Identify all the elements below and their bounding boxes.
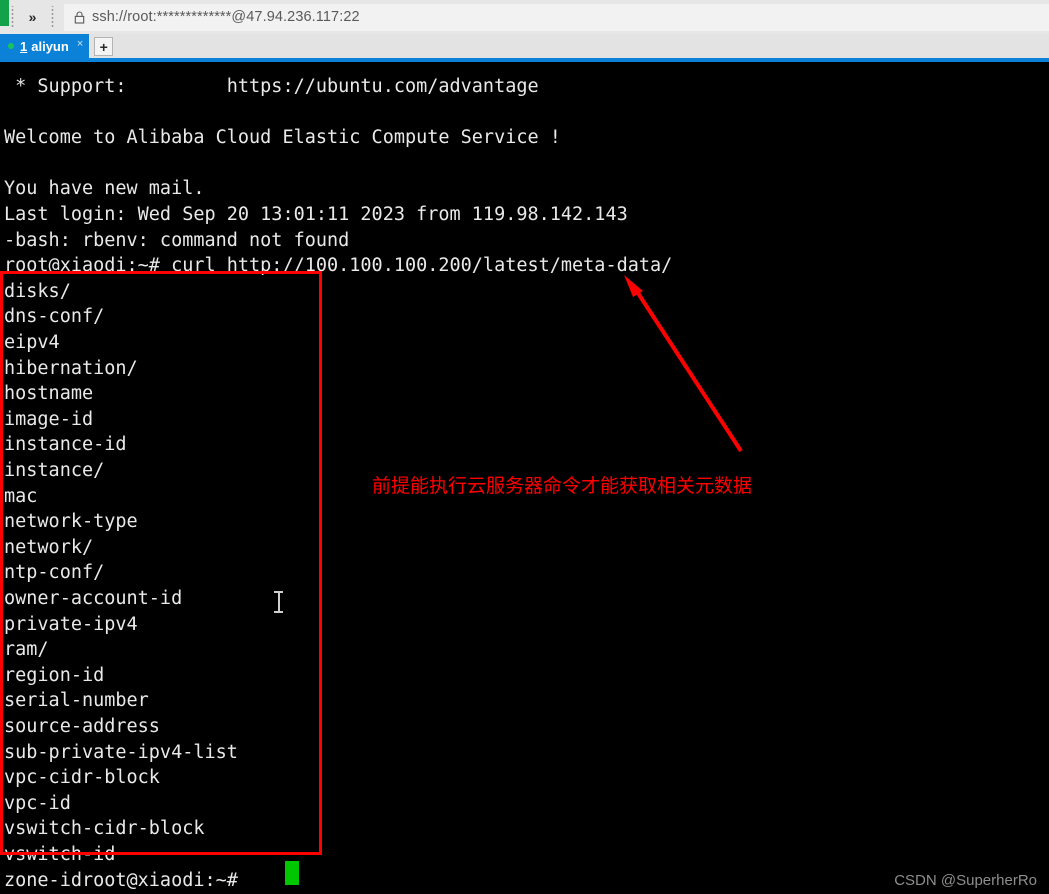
terminal-caret: [285, 861, 299, 885]
address-bar[interactable]: ssh://root:*************@47.94.236.117:2…: [64, 3, 1049, 31]
watermark-label: CSDN @SuperherRo: [894, 872, 1037, 889]
metadata-entry: hostname: [4, 383, 94, 405]
tab-aliyun[interactable]: 1 aliyun ×: [0, 34, 90, 58]
terminal-command-line: root@xiaodi:~# curl http://100.100.100.2…: [4, 255, 673, 277]
metadata-entry: eipv4: [4, 332, 60, 353]
chevron-double-right-icon[interactable]: »: [19, 4, 45, 30]
metadata-entry: region-id: [4, 664, 105, 686]
metadata-entry: sub-private-ipv4-list: [4, 741, 238, 763]
tab-strip: 1 aliyun × +: [0, 34, 1049, 58]
metadata-entry: vswitch-id: [4, 844, 116, 865]
close-icon[interactable]: ×: [77, 38, 83, 50]
metadata-entry: image-id: [4, 408, 94, 430]
metadata-entry: mac: [4, 485, 38, 507]
address-input[interactable]: ssh://root:*************@47.94.236.117:2…: [92, 9, 360, 25]
metadata-entry: private-ipv4: [4, 613, 138, 635]
tab-index-label: 1: [20, 38, 28, 54]
metadata-entry: vpc-cidr-block: [4, 767, 160, 789]
lock-icon: [74, 10, 85, 24]
terminal-header-line: Welcome to Alibaba Cloud Elastic Compute…: [4, 127, 561, 149]
metadata-entry: vswitch-cidr-block: [4, 818, 205, 840]
metadata-entry: source-address: [4, 716, 160, 737]
tab-title-label: aliyun: [31, 38, 69, 54]
address-drag-handle[interactable]: [51, 6, 55, 28]
toolbar-drag-handle[interactable]: [11, 6, 15, 28]
terminal-header-line: You have new mail.: [4, 178, 205, 200]
connection-status-indicator: [0, 0, 9, 26]
metadata-entry: hibernation/: [4, 357, 138, 379]
new-tab-button[interactable]: +: [94, 37, 114, 56]
ssh-client-window: » ssh://root:*************@47.94.236.117…: [0, 0, 1049, 894]
metadata-entry: network-type: [4, 511, 138, 533]
metadata-entry: vpc-id: [4, 792, 71, 814]
metadata-entry: network/: [4, 536, 94, 558]
metadata-entry: dns-conf/: [4, 306, 105, 328]
tab-status-dot-icon: [8, 43, 14, 49]
metadata-entry: owner-account-id: [4, 588, 183, 609]
terminal-header-line: -bash: rbenv: command not found: [4, 229, 350, 251]
metadata-entry: serial-number: [4, 690, 149, 712]
metadata-entry: ntp-conf/: [4, 562, 105, 584]
text-cursor-pointer: [274, 591, 283, 613]
metadata-entry: disks/: [4, 280, 71, 302]
metadata-entry: instance/: [4, 460, 105, 481]
terminal-prompt-line: zone-idroot@xiaodi:~#: [4, 869, 238, 891]
terminal-header-line: Last login: Wed Sep 20 13:01:11 2023 fro…: [4, 204, 628, 225]
annotation-note: 前提能执行云服务器命令才能获取相关元数据: [372, 475, 753, 497]
toolbar: » ssh://root:*************@47.94.236.117…: [0, 0, 1049, 34]
terminal-header-line: * Support: https://ubuntu.com/advantage: [4, 76, 539, 97]
metadata-entry: instance-id: [4, 434, 127, 456]
metadata-entry: ram/: [4, 639, 49, 661]
